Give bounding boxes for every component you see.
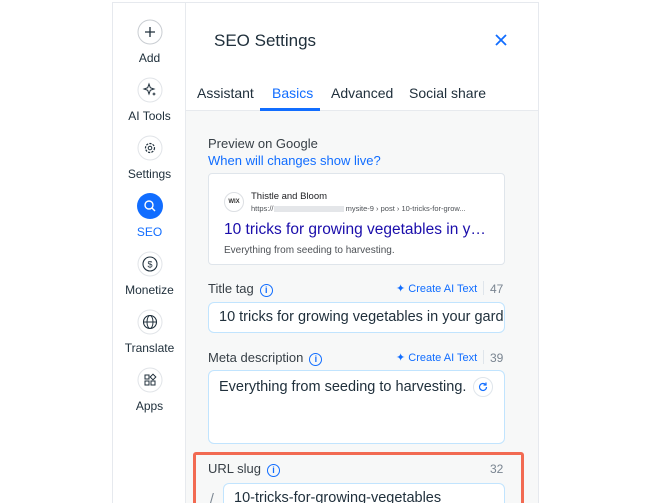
- background-canvas: [527, 3, 655, 503]
- rail-item-ai-tools[interactable]: AI Tools: [113, 77, 186, 123]
- apps-icon: [137, 367, 163, 393]
- site-logo: WIX: [224, 192, 244, 212]
- search-icon: [136, 193, 163, 219]
- rail-label-add: Add: [138, 51, 161, 65]
- url-slug-label: URL slug i: [208, 461, 280, 477]
- rail-label-settings: Settings: [127, 167, 172, 181]
- left-rail: Add AI Tools Settings SEO $ Monetize Tra…: [113, 3, 186, 503]
- divider: [483, 350, 484, 364]
- tab-advanced[interactable]: Advanced: [331, 85, 393, 101]
- divider: [483, 281, 484, 295]
- meta-description-text: Everything from seeding to harvesting.: [219, 379, 467, 395]
- create-ai-text-button[interactable]: ✦ Create AI Text: [396, 282, 477, 295]
- rail-item-add[interactable]: Add: [113, 19, 186, 65]
- title-tag-input[interactable]: 10 tricks for growing vegetables in your…: [208, 302, 505, 333]
- editor-frame: Add AI Tools Settings SEO $ Monetize Tra…: [113, 3, 538, 503]
- info-icon[interactable]: i: [309, 353, 323, 366]
- rail-item-translate[interactable]: Translate: [113, 309, 186, 355]
- seo-panel: SEO Settings Assistant Basics Advanced S…: [186, 3, 538, 503]
- rail-label-translate: Translate: [124, 341, 175, 355]
- meta-description-label: Meta description i: [208, 350, 323, 366]
- tab-basics[interactable]: Basics: [272, 85, 313, 101]
- preview-site-name: Thistle and Bloom: [251, 191, 328, 202]
- gear-icon: [137, 135, 163, 161]
- rail-label-seo: SEO: [136, 225, 163, 239]
- rail-label-apps: Apps: [135, 399, 164, 413]
- slug-char-count: 32: [490, 462, 504, 476]
- title-char-count: 47: [490, 282, 504, 296]
- tab-bar: Assistant Basics Advanced Social share: [186, 79, 538, 111]
- globe-icon: [137, 309, 163, 335]
- preview-description: Everything from seeding to harvesting.: [224, 245, 395, 256]
- tab-social-share[interactable]: Social share: [409, 85, 486, 101]
- rail-item-seo[interactable]: SEO: [113, 193, 186, 239]
- rail-item-apps[interactable]: Apps: [113, 367, 186, 413]
- dollar-icon: $: [137, 251, 163, 277]
- plus-icon: [137, 19, 163, 45]
- changes-live-link[interactable]: When will changes show live?: [208, 153, 381, 168]
- preview-url: https:// mysite-9 › post › 10-tricks-for…: [251, 204, 466, 213]
- svg-text:$: $: [147, 260, 152, 270]
- info-icon[interactable]: i: [259, 284, 273, 297]
- tab-assistant[interactable]: Assistant: [197, 85, 254, 101]
- sparkle-icon: [137, 77, 163, 103]
- title-tag-label: Title tag i: [208, 281, 273, 297]
- url-slug-input[interactable]: 10-tricks-for-growing-vegetables: [223, 483, 505, 503]
- preview-label: Preview on Google: [208, 136, 318, 151]
- google-preview-card: WIX Thistle and Bloom https:// mysite-9 …: [208, 173, 505, 265]
- create-ai-text-button[interactable]: ✦ Create AI Text: [396, 351, 477, 364]
- rail-label-monetize: Monetize: [125, 283, 174, 297]
- sparkle-icon: ✦: [396, 283, 406, 295]
- rail-item-monetize[interactable]: $ Monetize: [113, 251, 186, 297]
- regenerate-icon[interactable]: [473, 377, 493, 397]
- slug-prefix: /: [210, 490, 214, 503]
- meta-description-textarea[interactable]: Everything from seeding to harvesting.: [208, 370, 505, 444]
- sparkle-icon: ✦: [396, 352, 406, 364]
- basics-content: Preview on Google When will changes show…: [186, 111, 538, 503]
- info-icon[interactable]: i: [266, 464, 280, 477]
- meta-char-count: 39: [490, 351, 504, 365]
- panel-title: SEO Settings: [214, 31, 317, 50]
- rail-label-ai-tools: AI Tools: [128, 109, 171, 123]
- rail-item-settings[interactable]: Settings: [113, 135, 186, 181]
- preview-title: 10 tricks for growing vegetables in your…: [224, 221, 492, 238]
- close-icon[interactable]: [492, 31, 510, 49]
